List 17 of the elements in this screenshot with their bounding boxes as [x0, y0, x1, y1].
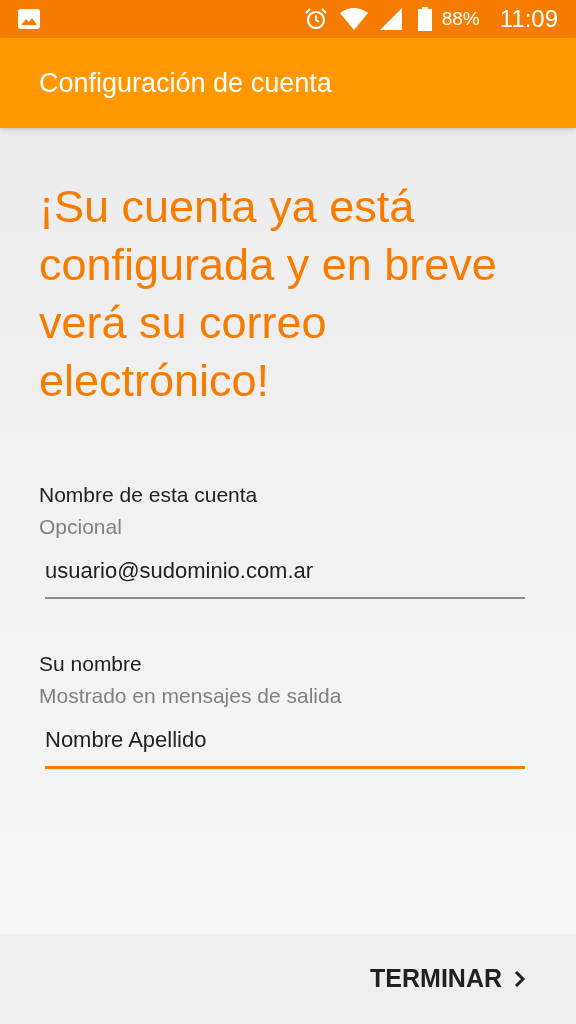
alarm-icon	[303, 7, 328, 31]
wifi-icon	[339, 8, 368, 30]
text-field[interactable]: usuario@sudominio.com.ar	[45, 554, 525, 599]
text-field[interactable]: Nombre Apellido	[45, 723, 525, 769]
finish-button[interactable]: TERMINAR	[370, 960, 526, 998]
app-bar-title: Configuración de cuenta	[39, 66, 332, 100]
battery-percentage: 88%	[441, 6, 480, 31]
signal-icon	[379, 8, 402, 30]
field-hint: Opcional	[39, 514, 123, 540]
image-icon	[18, 9, 40, 29]
clock-time: 11:09	[499, 4, 558, 34]
chevron-right-icon	[514, 970, 526, 988]
battery-icon	[417, 7, 432, 31]
field-hint: Mostrado en mensajes de salida	[39, 683, 343, 709]
field-label: Su nombre	[39, 651, 143, 677]
field-label: Nombre de esta cuenta	[39, 482, 259, 508]
headline: ¡Su cuenta ya está configurada y en breve verá su correo electrónico!	[39, 180, 498, 408]
